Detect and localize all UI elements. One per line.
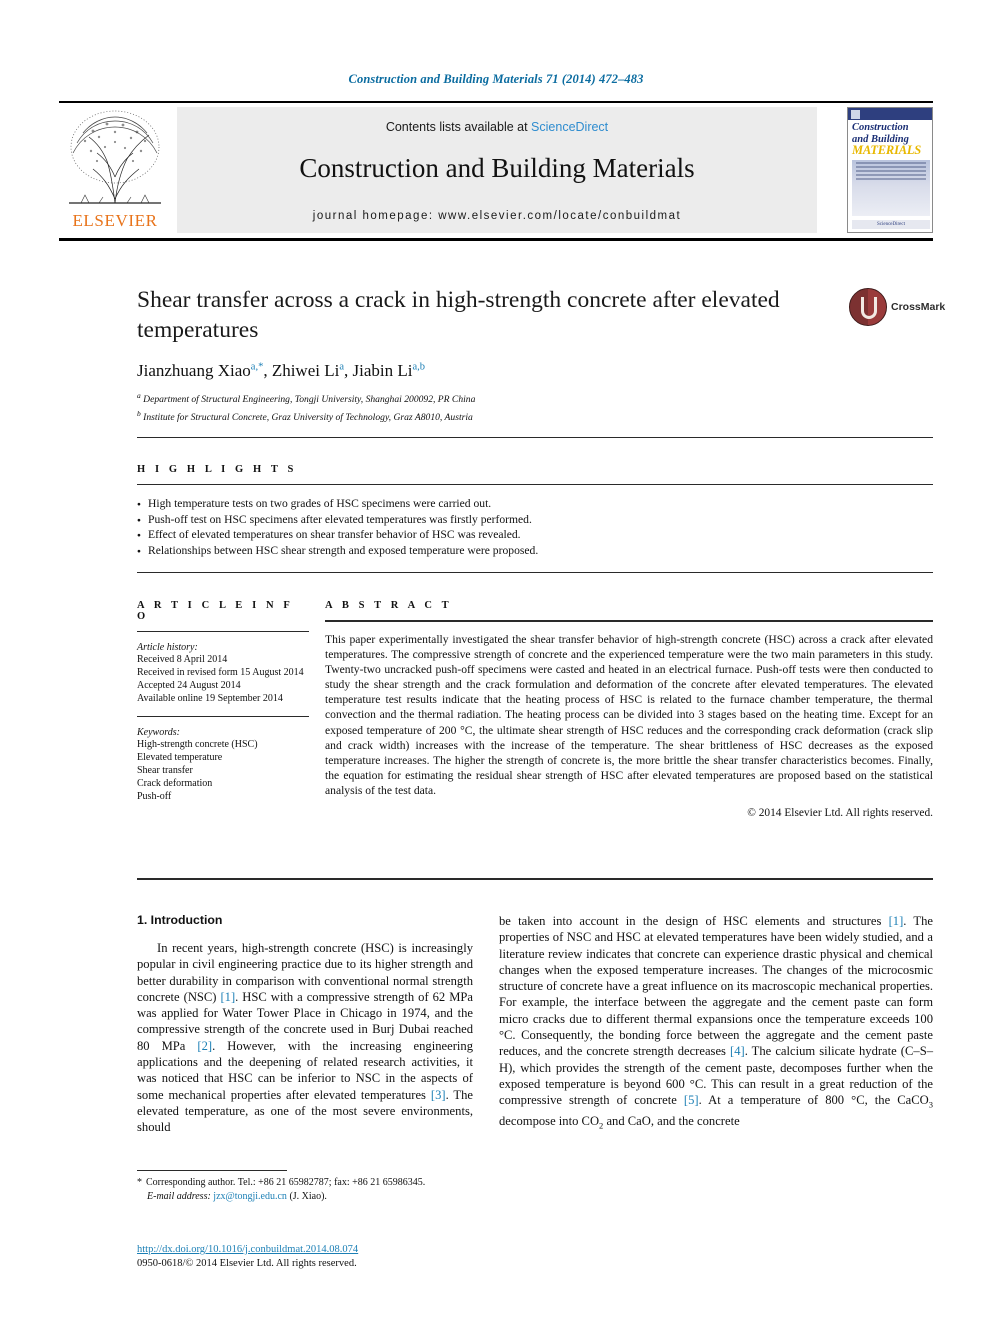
highlights-list: High temperature tests on two grades of … — [137, 485, 933, 559]
citation-link[interactable]: [2] — [197, 1039, 212, 1053]
email-label: E-mail address: — [147, 1190, 211, 1202]
abstract-section: A B S T R A C T This paper experimentall… — [325, 600, 933, 819]
article-info-label: A R T I C L E I N F O — [137, 600, 294, 622]
corresponding-author-note: * Corresponding author. Tel.: +86 21 6598… — [137, 1176, 487, 1203]
journal-cover-thumbnail[interactable]: Construction and Building MATERIALS Scie… — [847, 107, 933, 233]
cover-header-bar — [848, 108, 932, 120]
author-3-marks: a,b — [412, 361, 426, 373]
abstract-text: This paper experimentally investigated t… — [325, 633, 933, 797]
keywords-rule — [137, 716, 309, 717]
citation-link[interactable]: [1] — [889, 914, 904, 928]
author-list: Jianzhuang Xiaoa,*, Zhiwei Lia, Jiabin L… — [137, 361, 426, 380]
list-item: Accepted 24 August 2014 — [137, 680, 241, 691]
keywords-list: High-strength concrete (HSC) Elevated te… — [137, 738, 309, 803]
affiliation-b: b Institute for Structural Concrete, Gra… — [137, 408, 817, 425]
highlights-bottom-rule — [137, 572, 933, 573]
article-info-rule — [137, 631, 309, 632]
author-1[interactable]: Jianzhuang Xiaoa,* — [137, 361, 263, 380]
list-item: Crack deformation — [137, 778, 213, 789]
title-block: Shear transfer across a crack in high-st… — [137, 285, 817, 424]
affiliation-b-mark: b — [137, 408, 141, 418]
list-item: Push-off — [137, 791, 172, 802]
elsevier-tree-icon — [63, 107, 167, 211]
author-1-marks: a,* — [250, 361, 264, 373]
cover-line3: MATERIALS — [852, 143, 922, 157]
abstract-copyright: © 2014 Elsevier Ltd. All rights reserved… — [747, 807, 933, 820]
running-head: Construction and Building Materials 71 (… — [348, 72, 644, 86]
citation-link[interactable]: [5] — [684, 1093, 699, 1107]
list-item: Relationships between HSC shear strength… — [137, 543, 933, 559]
journal-masthead: ELSEVIER Contents lists available at Sci… — [59, 105, 933, 235]
doi-link[interactable]: http://dx.doi.org/10.1016/j.conbuildmat.… — [137, 1243, 537, 1257]
email-link[interactable]: jzx@tongji.edu.cn — [213, 1191, 287, 1202]
cover-footer-bar: ScienceDirect — [852, 220, 930, 229]
crossmark-badge-group[interactable]: CrossMark — [849, 288, 945, 330]
article-history-list: Received 8 April 2014 Received in revise… — [137, 653, 309, 705]
author-2-marks: a — [339, 361, 345, 373]
footnote-rule — [137, 1170, 287, 1171]
journal-article-page: Construction and Building Materials 71 (… — [0, 0, 992, 1323]
page-title: Shear transfer across a crack in high-st… — [137, 287, 780, 343]
list-item: Effect of elevated temperatures on shear… — [137, 527, 933, 543]
abstract-bottom-rule — [137, 878, 933, 880]
doi-footer: http://dx.doi.org/10.1016/j.conbuildmat.… — [137, 1243, 537, 1271]
footnote-star: * — [137, 1177, 142, 1188]
sciencedirect-link[interactable]: ScienceDirect — [531, 120, 608, 134]
list-item: Received in revised form 15 August 2014 — [137, 667, 304, 678]
list-item: Elevated temperature — [137, 752, 223, 763]
contents-prefix: Contents lists available at — [385, 120, 532, 134]
issn-copyright-line: 0950-0618/© 2014 Elsevier Ltd. All right… — [137, 1258, 357, 1269]
author-3[interactable]: Jiabin Lia,b — [353, 361, 426, 380]
list-item: High temperature tests on two grades of … — [137, 496, 933, 512]
list-item: Received 8 April 2014 — [137, 654, 228, 665]
article-info-section: A R T I C L E I N F O Article history: R… — [137, 600, 309, 803]
author-2-name: Zhiwei Li — [271, 361, 340, 380]
paragraph: In recent years, high-strength concrete … — [137, 941, 474, 1135]
author-1-name: Jianzhuang Xiao — [137, 361, 251, 380]
cover-title-text: Construction and Building MATERIALS — [852, 122, 930, 157]
article-history-label: Article history: — [137, 642, 198, 653]
abstract-label: A B S T R A C T — [325, 600, 453, 611]
affiliation-a-text: Department of Structural Engineering, To… — [143, 394, 476, 406]
journal-title: Construction and Building Materials — [299, 153, 695, 183]
cover-line1: Construction — [852, 122, 909, 133]
contents-available-line: Contents lists available at ScienceDirec… — [177, 120, 817, 134]
cover-footer-text: ScienceDirect — [876, 222, 906, 227]
citation-link[interactable]: [3] — [431, 1088, 446, 1102]
affiliation-a-mark: a — [137, 391, 141, 400]
crossmark-label: CrossMark — [891, 301, 946, 313]
elsevier-logo[interactable]: ELSEVIER — [59, 105, 171, 235]
list-item: Push-off test on HSC specimens after ele… — [137, 512, 933, 528]
list-item: High-strength concrete (HSC) — [137, 739, 258, 750]
title-rule — [137, 437, 933, 438]
keywords-label: Keywords: — [137, 727, 180, 738]
list-item: Shear transfer — [137, 765, 193, 776]
abstract-rule — [325, 620, 933, 622]
affiliation-b-text: Institute for Structural Concrete, Graz … — [143, 411, 473, 423]
body-column-right: be taken into account in the design of H… — [499, 913, 933, 1134]
cover-blurb-lines — [856, 162, 926, 182]
paragraph: be taken into account in the design of H… — [499, 914, 933, 1131]
body-column-left: 1. Introduction In recent years, high-st… — [137, 913, 473, 1136]
footnote-text: Corresponding author. Tel.: +86 21 65982… — [146, 1177, 426, 1188]
citation-link[interactable]: [4] — [730, 1044, 745, 1058]
masthead-rule — [59, 238, 933, 241]
list-item: Available online 19 September 2014 — [137, 693, 283, 704]
journal-banner: Contents lists available at ScienceDirec… — [177, 107, 817, 233]
crossmark-icon — [849, 288, 887, 326]
elsevier-wordmark: ELSEVIER — [72, 211, 158, 230]
citation-link[interactable]: [1] — [220, 990, 235, 1004]
header-rule — [59, 101, 933, 103]
author-3-name: Jiabin Li — [352, 361, 413, 380]
highlights-label: H I G H L I G H T S — [137, 464, 297, 475]
email-owner: (J. Xiao). — [289, 1190, 327, 1202]
author-2[interactable]: Zhiwei Lia — [272, 361, 344, 380]
affiliation-a: a Department of Structural Engineering, … — [137, 390, 817, 407]
section-heading-introduction: 1. Introduction — [137, 913, 223, 927]
journal-homepage[interactable]: journal homepage: www.elsevier.com/locat… — [177, 210, 817, 222]
cover-logo-square — [851, 110, 860, 119]
highlights-section: H I G H L I G H T S High temperature tes… — [137, 464, 933, 559]
crossmark-icon-hook — [861, 297, 877, 319]
